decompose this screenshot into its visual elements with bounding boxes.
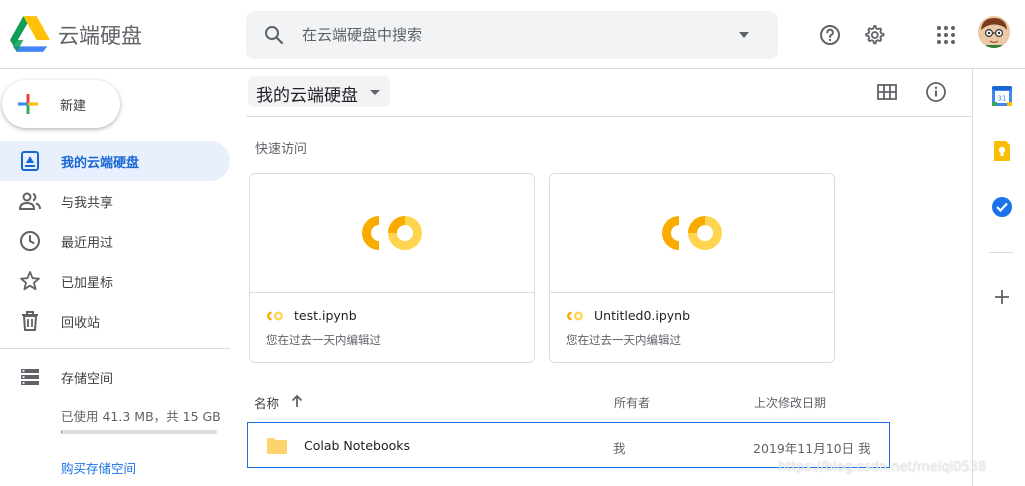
arrow-up-icon[interactable] (290, 393, 304, 409)
breadcrumb[interactable]: 我的云端硬盘 (248, 76, 390, 107)
storage-progress-fill (61, 430, 62, 434)
column-header-owner[interactable]: 所有者 (614, 394, 650, 411)
trash-icon (22, 311, 38, 331)
side-panel-divider (989, 252, 1013, 253)
top-header: 云端硬盘 (0, 0, 1025, 69)
card-thumbnail (550, 174, 834, 293)
app-title: 云端硬盘 (58, 24, 142, 48)
sidebar-item-recent[interactable]: 最近用过 (0, 221, 230, 261)
sidebar-item-shared-with-me[interactable]: 与我共享 (0, 181, 230, 221)
new-button-label: 新建 (60, 99, 87, 114)
file-name: Colab Notebooks (304, 438, 410, 453)
chevron-down-icon[interactable] (738, 29, 750, 41)
breadcrumb-label: 我的云端硬盘 (256, 86, 358, 106)
my-drive-icon (21, 151, 39, 171)
storage-usage-text: 已使用 41.3 MB，共 15 GB (61, 409, 221, 424)
quick-access-card[interactable]: test.ipynb 您在过去一天内编辑过 (249, 173, 535, 363)
sidebar-item-label: 最近用过 (61, 236, 114, 251)
plus-icon (18, 94, 38, 114)
info-icon[interactable] (925, 81, 947, 103)
card-file-name: Untitled0.ipynb (594, 308, 691, 323)
file-modified-date: 2019年11月10日 我 (753, 441, 871, 456)
sidebar-item-label: 已加星标 (61, 276, 114, 291)
colab-logo-icon (362, 216, 422, 250)
file-owner: 我 (613, 441, 626, 456)
search-input[interactable] (302, 11, 722, 59)
svg-text:31: 31 (998, 95, 1007, 103)
clock-icon (20, 231, 40, 251)
chevron-down-icon (370, 90, 380, 95)
calendar-icon[interactable]: 31 (991, 85, 1013, 107)
keep-icon[interactable] (991, 140, 1013, 162)
sidebar-item-starred[interactable]: 已加星标 (0, 261, 230, 301)
storage-progress-bar (61, 430, 217, 434)
sidebar-item-label: 回收站 (61, 316, 101, 331)
drive-logo[interactable] (10, 16, 50, 52)
column-header-name[interactable]: 名称 (254, 393, 279, 412)
buy-storage-link[interactable]: 购买存储空间 (61, 458, 136, 477)
search-bar[interactable] (246, 11, 778, 59)
star-icon (20, 271, 40, 291)
avatar[interactable] (978, 16, 1010, 48)
people-icon (18, 192, 41, 210)
quick-access-card[interactable]: Untitled0.ipynb 您在过去一天内编辑过 (549, 173, 835, 363)
add-icon[interactable] (993, 288, 1011, 306)
column-header-modified[interactable]: 上次修改日期 (754, 394, 826, 411)
tasks-icon[interactable] (991, 196, 1013, 218)
sidebar-item-storage[interactable]: 存储空间 (0, 357, 230, 397)
colab-file-icon (567, 311, 583, 321)
sidebar-item-my-drive[interactable]: 我的云端硬盘 (0, 141, 230, 181)
sidebar-item-trash[interactable]: 回收站 (0, 301, 230, 341)
card-description: 您在过去一天内编辑过 (266, 333, 381, 347)
card-thumbnail (250, 174, 534, 293)
sidebar-item-label: 存储空间 (61, 372, 114, 387)
sidebar-item-label: 与我共享 (61, 196, 114, 211)
colab-logo-icon (662, 216, 722, 250)
card-description: 您在过去一天内编辑过 (566, 333, 681, 347)
side-panel: 31 (972, 68, 1025, 486)
search-icon[interactable] (262, 23, 286, 47)
sidebar-item-label: 我的云端硬盘 (61, 156, 140, 171)
storage-icon (21, 369, 39, 385)
quick-access-title: 快速访问 (255, 142, 308, 157)
sidebar-divider (0, 348, 230, 349)
colab-file-icon (267, 311, 283, 321)
new-button[interactable]: 新建 (2, 80, 120, 128)
watermark: https://blog.csdn.net/meiqi0538 (778, 460, 987, 475)
main-divider (246, 116, 972, 117)
gear-icon[interactable] (862, 23, 886, 47)
folder-icon (267, 438, 287, 454)
grid-view-icon[interactable] (876, 81, 898, 103)
apps-grid-icon[interactable] (934, 23, 958, 47)
card-file-name: test.ipynb (294, 308, 357, 323)
help-icon[interactable] (818, 23, 842, 47)
